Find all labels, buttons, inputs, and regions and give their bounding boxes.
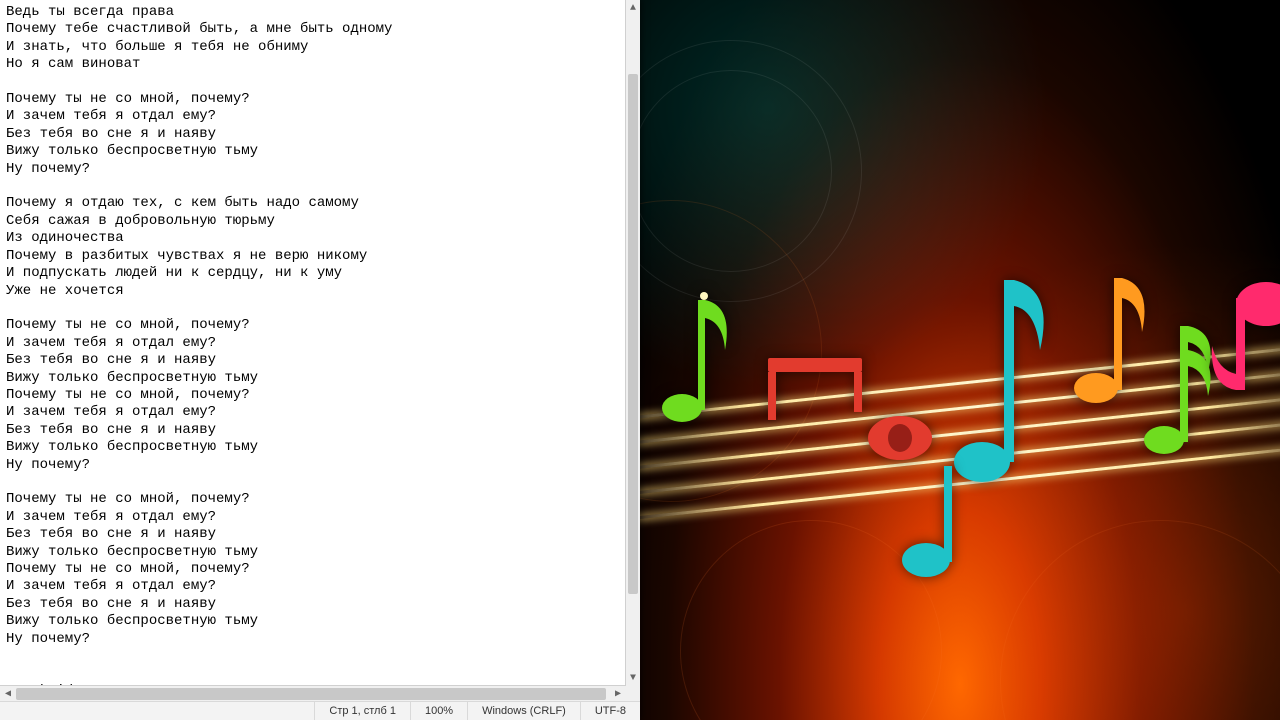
note-red-whole: [865, 410, 935, 465]
text-editor-window: Ведь ты всегда права Почему тебе счастли…: [0, 0, 640, 720]
note-red-bar: [760, 350, 870, 430]
status-line-ending: Windows (CRLF): [467, 702, 580, 720]
horizontal-scrollbar[interactable]: ◀ ▶: [0, 685, 626, 702]
status-bar: Стр 1, стлб 1 100% Windows (CRLF) UTF-8: [0, 701, 640, 720]
horizontal-scroll-thumb[interactable]: [16, 688, 606, 700]
status-encoding: UTF-8: [580, 702, 640, 720]
scroll-down-icon[interactable]: ▼: [626, 670, 640, 686]
scroll-right-icon[interactable]: ▶: [610, 686, 626, 702]
artwork-panel: [640, 0, 1280, 720]
note-pink-eighth: [1200, 240, 1280, 400]
scroll-up-icon[interactable]: ▲: [626, 0, 640, 16]
status-cursor-position: Стр 1, стлб 1: [314, 702, 410, 720]
vertical-scroll-thumb[interactable]: [628, 74, 638, 594]
editor-text-content[interactable]: Ведь ты всегда права Почему тебе счастли…: [0, 0, 626, 686]
vertical-scrollbar[interactable]: ▲ ▼: [625, 0, 640, 686]
screen: Ведь ты всегда права Почему тебе счастли…: [0, 0, 1280, 720]
status-spacer: [0, 702, 314, 720]
note-orange-eighth: [1070, 270, 1150, 410]
decorative-ring: [1000, 520, 1280, 720]
note-green-eighth: [660, 290, 730, 430]
status-zoom: 100%: [410, 702, 467, 720]
scrollbar-corner: [626, 686, 640, 702]
text-viewport[interactable]: Ведь ты всегда права Почему тебе счастли…: [0, 0, 626, 686]
note-teal-eighth: [950, 270, 1050, 490]
note-teal-quarter: [900, 460, 970, 580]
scroll-left-icon[interactable]: ◀: [0, 686, 16, 702]
